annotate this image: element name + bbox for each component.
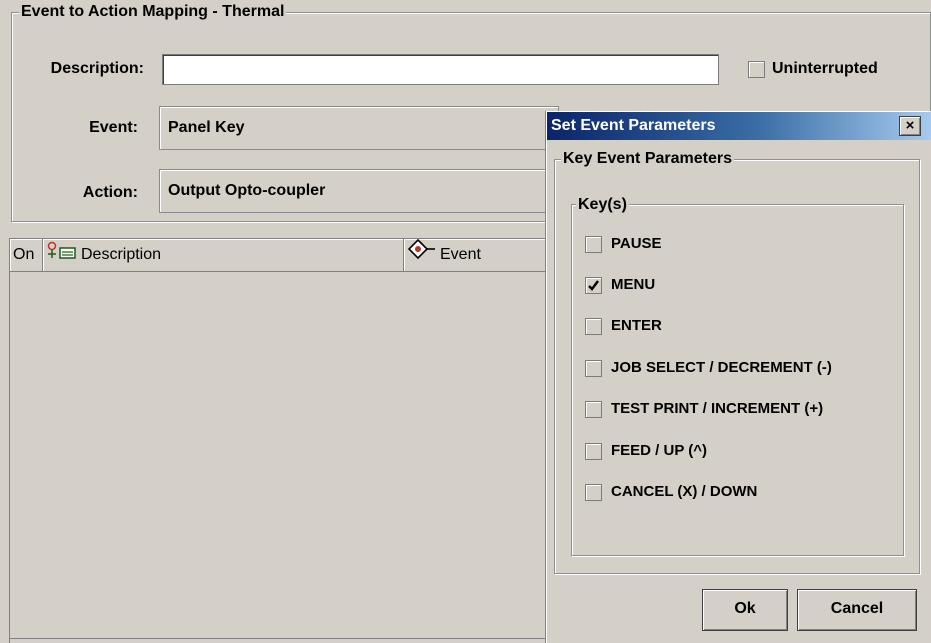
close-icon: × xyxy=(905,117,915,134)
key-checkbox-feed[interactable] xyxy=(585,443,602,460)
key-checkbox-job-select[interactable] xyxy=(585,360,602,377)
ok-button[interactable]: Ok xyxy=(702,589,788,631)
event-combo[interactable]: Panel Key xyxy=(159,106,559,150)
action-combo[interactable]: Output Opto-coupler xyxy=(159,169,559,213)
key-event-parameters-title: Key Event Parameters xyxy=(561,150,734,168)
cancel-button[interactable]: Cancel xyxy=(797,589,917,631)
table-bottom-strip xyxy=(9,638,549,643)
key-label-feed[interactable]: FEED / UP (^) xyxy=(611,442,707,460)
key-label-cancel[interactable]: CANCEL (X) / DOWN xyxy=(611,483,757,501)
column-header-on[interactable]: On xyxy=(10,239,43,271)
uninterrupted-checkbox[interactable] xyxy=(748,61,765,78)
close-button[interactable]: × xyxy=(899,116,921,136)
action-label: Action: xyxy=(82,184,138,201)
column-header-event-label: Event xyxy=(440,246,481,264)
key-label-menu[interactable]: MENU xyxy=(611,276,655,294)
event-diamond-icon xyxy=(407,238,436,271)
description-column-icon xyxy=(47,239,77,271)
key-checkbox-enter[interactable] xyxy=(585,318,602,335)
mapping-panel-title: Event to Action Mapping - Thermal xyxy=(19,3,287,21)
key-label-job-select[interactable]: JOB SELECT / DECREMENT (-) xyxy=(611,359,832,377)
column-header-description[interactable]: Description xyxy=(43,239,404,271)
checkmark-icon xyxy=(586,280,601,297)
keys-title: Key(s) xyxy=(576,196,629,214)
dialog-titlebar[interactable]: Set Event Parameters × xyxy=(547,112,931,140)
key-label-enter[interactable]: ENTER xyxy=(611,317,662,335)
uninterrupted-label[interactable]: Uninterrupted xyxy=(772,60,878,78)
column-header-event[interactable]: Event xyxy=(404,238,550,271)
column-header-on-label: On xyxy=(13,246,35,263)
description-label: Description: xyxy=(50,60,144,77)
set-event-parameters-dialog: Set Event Parameters × Key Event Paramet… xyxy=(546,111,931,643)
column-header-description-label: Description xyxy=(81,246,162,264)
dialog-title: Set Event Parameters xyxy=(551,117,716,134)
description-field[interactable] xyxy=(162,54,719,85)
event-label: Event: xyxy=(89,119,138,136)
key-checkbox-pause[interactable] xyxy=(585,236,602,253)
table-header: On Description Event xyxy=(10,238,550,272)
key-checkbox-test-print[interactable] xyxy=(585,401,602,418)
key-checkbox-cancel[interactable] xyxy=(585,484,602,501)
mapping-table[interactable]: On Description Event xyxy=(9,238,549,643)
key-label-pause[interactable]: PAUSE xyxy=(611,235,662,253)
key-label-test-print[interactable]: TEST PRINT / INCREMENT (+) xyxy=(611,400,823,418)
key-checkbox-menu[interactable] xyxy=(585,277,602,294)
keys-group xyxy=(571,204,904,556)
